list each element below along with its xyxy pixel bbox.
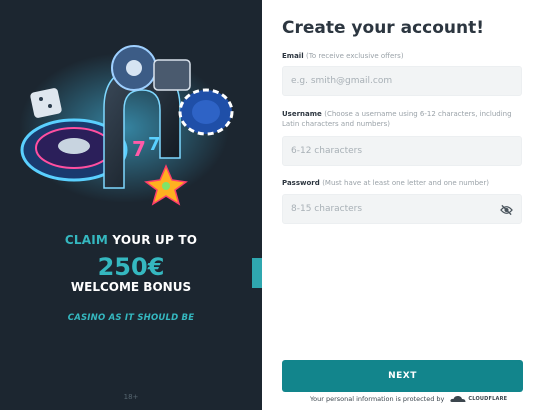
email-field-box xyxy=(282,66,522,96)
privacy-text: Your personal information is protected b… xyxy=(310,395,445,403)
cloudflare-brand: CLOUDFLARE xyxy=(468,396,508,402)
username-label-text: Username xyxy=(282,110,322,118)
email-hint: (To receive exclusive offers) xyxy=(306,52,404,60)
next-button[interactable]: NEXT xyxy=(282,360,523,392)
password-label-text: Password xyxy=(282,179,320,187)
side-tab[interactable] xyxy=(252,258,262,288)
username-field-box xyxy=(282,136,522,166)
username-label: Username (Choose a username using 6-12 c… xyxy=(282,110,526,129)
svg-text:7: 7 xyxy=(132,137,146,161)
password-label: Password (Must have at least one letter … xyxy=(282,179,489,188)
cloud-icon xyxy=(450,395,466,402)
email-label: Email (To receive exclusive offers) xyxy=(282,52,404,61)
eye-off-icon[interactable] xyxy=(500,204,513,216)
claim-headline: CLAIM YOUR UP TO xyxy=(0,233,262,247)
slot-machine xyxy=(153,59,191,91)
email-field[interactable] xyxy=(283,67,521,95)
signup-form: Create your account! Email (To receive e… xyxy=(262,0,533,410)
svg-text:7: 7 xyxy=(148,134,161,155)
privacy-note: Your personal information is protected b… xyxy=(310,395,507,403)
password-hint: (Must have at least one letter and one n… xyxy=(322,179,489,187)
casino-illustration: 7 7 xyxy=(19,45,234,206)
age-badge: 18+ xyxy=(123,393,139,401)
cloudflare-logo: CLOUDFLARE xyxy=(450,395,507,403)
email-label-text: Email xyxy=(282,52,304,60)
form-title: Create your account! xyxy=(282,18,484,38)
tagline: CASINO AS IT SHOULD BE xyxy=(67,313,195,323)
claim-rest: YOUR UP TO xyxy=(112,233,198,247)
bonus-amount: 250€ xyxy=(97,253,165,281)
username-field[interactable] xyxy=(283,137,521,165)
password-field-box xyxy=(282,194,522,224)
password-field[interactable] xyxy=(283,195,521,223)
promo-panel: 7 7 CLAIM YOUR UP TO 250€ WELCOME BONUS … xyxy=(0,0,262,410)
claim-prefix: CLAIM xyxy=(64,233,109,247)
welcome-bonus-label: WELCOME BONUS xyxy=(70,280,192,294)
